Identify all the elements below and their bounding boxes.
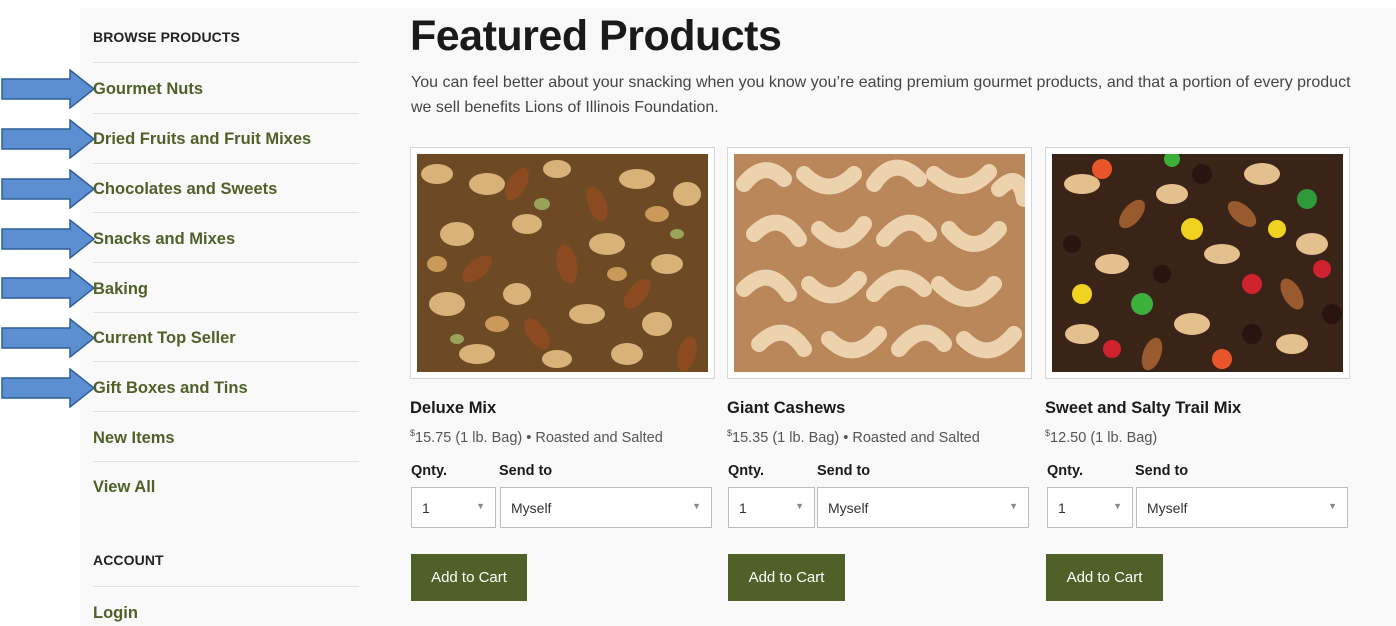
product-name[interactable]: Giant Cashews xyxy=(727,399,845,418)
product-price: 15.75 xyxy=(415,430,452,446)
currency-symbol: $ xyxy=(1045,428,1051,438)
product-meta: $12.50 (1 lb. Bag) xyxy=(1045,428,1158,446)
divider xyxy=(93,113,359,114)
arrow-icon xyxy=(1,368,96,408)
sidebar-item-login[interactable]: Login xyxy=(93,604,138,623)
add-to-cart-button[interactable]: Add to Cart xyxy=(728,554,845,601)
sidebar-item-top-seller[interactable]: Current Top Seller xyxy=(93,329,236,348)
account-heading: ACCOUNT xyxy=(93,552,164,568)
product-price: 12.50 xyxy=(1050,430,1087,446)
product-name[interactable]: Deluxe Mix xyxy=(410,399,496,418)
send-to-label: Send to xyxy=(1135,463,1189,479)
qty-label: Qnty. xyxy=(411,463,447,479)
product-meta: $15.75 (1 lb. Bag) • Roasted and Salted xyxy=(410,428,663,446)
product-name[interactable]: Sweet and Salty Trail Mix xyxy=(1045,399,1241,418)
add-to-cart-button[interactable]: Add to Cart xyxy=(1046,554,1163,601)
send-to-value: Myself xyxy=(1147,500,1188,516)
send-to-value: Myself xyxy=(511,500,552,516)
qty-select[interactable]: 1 ▼ xyxy=(1047,487,1133,528)
sidebar-item-gourmet-nuts[interactable]: Gourmet Nuts xyxy=(93,80,203,99)
cashews-photo-icon xyxy=(734,154,1025,372)
mixed-nuts-photo-icon xyxy=(417,154,708,372)
caret-down-icon: ▼ xyxy=(692,501,701,511)
caret-down-icon: ▼ xyxy=(1009,501,1018,511)
product-meta: $15.35 (1 lb. Bag) • Roasted and Salted xyxy=(727,428,980,446)
divider xyxy=(93,411,359,412)
qty-label: Qnty. xyxy=(728,463,764,479)
qty-label: Qnty. xyxy=(1047,463,1083,479)
send-to-label: Send to xyxy=(499,463,553,479)
product-image[interactable] xyxy=(410,147,715,379)
arrow-icon xyxy=(1,69,96,109)
sidebar-item-snacks[interactable]: Snacks and Mixes xyxy=(93,230,235,249)
qty-value: 1 xyxy=(422,500,430,516)
divider xyxy=(93,312,359,313)
divider xyxy=(93,586,359,587)
caret-down-icon: ▼ xyxy=(476,501,485,511)
sidebar-item-gift-boxes[interactable]: Gift Boxes and Tins xyxy=(93,379,248,398)
caret-down-icon: ▼ xyxy=(795,501,804,511)
arrow-icon xyxy=(1,318,96,358)
add-to-cart-button[interactable]: Add to Cart xyxy=(411,554,527,601)
arrow-icon xyxy=(1,119,96,159)
divider xyxy=(93,212,359,213)
send-to-label: Send to xyxy=(817,463,871,479)
product-image[interactable] xyxy=(727,147,1032,379)
trail-mix-photo-icon xyxy=(1052,154,1343,372)
sidebar-item-view-all[interactable]: View All xyxy=(93,478,155,497)
product-note: • Roasted and Salted xyxy=(839,430,980,446)
arrow-icon xyxy=(1,219,96,259)
caret-down-icon: ▼ xyxy=(1113,501,1122,511)
divider xyxy=(93,461,359,462)
product-price: 15.35 xyxy=(732,430,769,446)
divider xyxy=(93,262,359,263)
currency-symbol: $ xyxy=(727,428,733,438)
divider xyxy=(93,163,359,164)
qty-select[interactable]: 1 ▼ xyxy=(728,487,815,528)
browse-products-heading: BROWSE PRODUCTS xyxy=(93,29,240,45)
divider xyxy=(93,62,359,63)
send-to-select[interactable]: Myself ▼ xyxy=(500,487,712,528)
send-to-value: Myself xyxy=(828,500,869,516)
divider xyxy=(93,361,359,362)
sidebar-item-new-items[interactable]: New Items xyxy=(93,429,175,448)
caret-down-icon: ▼ xyxy=(1328,501,1337,511)
top-bar xyxy=(0,0,1396,8)
product-size: (1 lb. Bag) xyxy=(455,430,523,446)
product-image[interactable] xyxy=(1045,147,1350,379)
sidebar-item-dried-fruits[interactable]: Dried Fruits and Fruit Mixes xyxy=(93,130,311,149)
sidebar-item-baking[interactable]: Baking xyxy=(93,280,148,299)
intro-text: You can feel better about your snacking … xyxy=(411,74,1351,116)
qty-select[interactable]: 1 ▼ xyxy=(411,487,496,528)
product-note: • Roasted and Salted xyxy=(522,430,663,446)
qty-value: 1 xyxy=(739,500,747,516)
send-to-select[interactable]: Myself ▼ xyxy=(1136,487,1348,528)
currency-symbol: $ xyxy=(410,428,416,438)
sidebar-item-chocolates[interactable]: Chocolates and Sweets xyxy=(93,180,277,199)
qty-value: 1 xyxy=(1058,500,1066,516)
page-title: Featured Products xyxy=(410,12,782,60)
product-size: (1 lb. Bag) xyxy=(1090,430,1158,446)
send-to-select[interactable]: Myself ▼ xyxy=(817,487,1029,528)
product-size: (1 lb. Bag) xyxy=(772,430,840,446)
arrow-icon xyxy=(1,268,96,308)
arrow-icon xyxy=(1,169,96,209)
